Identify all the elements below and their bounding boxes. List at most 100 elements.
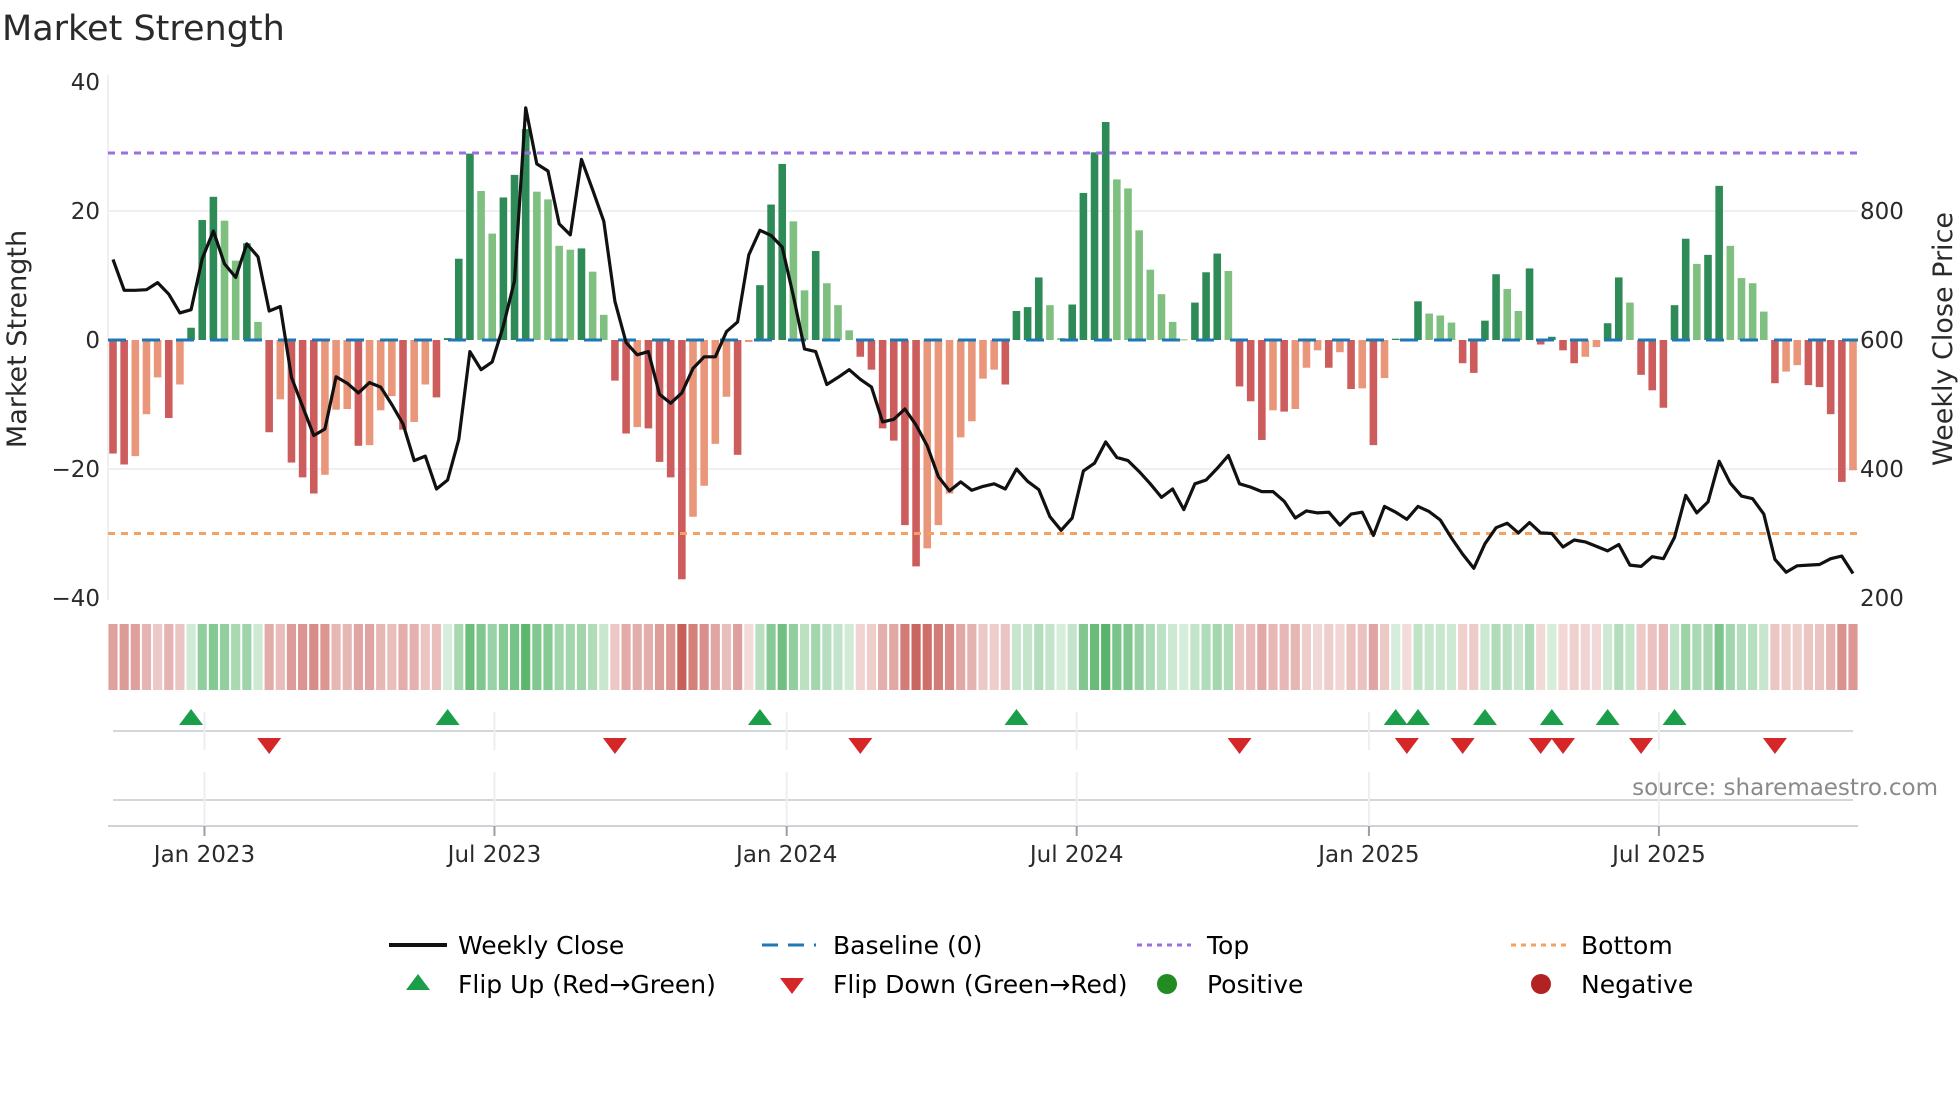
legend: Weekly Close Baseline (0) Top Bottom Fli…	[389, 931, 1693, 999]
heatmap-cell	[286, 624, 297, 690]
heatmap-cell	[1714, 624, 1724, 690]
strength-bar	[109, 340, 117, 454]
heatmap-cell	[186, 624, 196, 690]
strength-bar	[1068, 304, 1077, 340]
strength-bar	[599, 314, 608, 340]
strength-bar	[1481, 320, 1489, 340]
strength-bar	[1659, 340, 1668, 408]
heatmap-cell	[777, 624, 787, 690]
heatmap-cell	[1301, 624, 1312, 690]
flip-up-marker	[435, 709, 460, 725]
strength-bar	[1849, 340, 1857, 471]
heatmap-cell	[922, 624, 932, 690]
heatmap-cell	[889, 624, 899, 690]
legend-item-bottom[interactable]: Bottom	[1511, 931, 1673, 960]
flip-down-marker	[1394, 738, 1419, 754]
heatmap-cell	[844, 624, 854, 690]
legend-item-flip-down[interactable]: Flip Down (Green→Red)	[780, 970, 1128, 999]
heatmap-cell	[878, 624, 888, 690]
y2-tick-label: 200	[1860, 586, 1904, 612]
heatmap-cell	[621, 624, 631, 690]
heatmap-cell	[1658, 624, 1668, 690]
strength-bar	[309, 340, 318, 494]
strength-bar	[265, 340, 273, 433]
strength-bar	[845, 330, 853, 340]
x-tick-label: Jan 2024	[734, 842, 837, 868]
heatmap-cell	[1168, 624, 1178, 690]
heatmap-cell	[353, 624, 363, 690]
strength-bar	[867, 340, 876, 370]
strength-bar	[1258, 340, 1266, 440]
heatmap-cell	[141, 624, 152, 690]
heatmap-cell	[1045, 624, 1055, 690]
legend-label: Flip Up (Red→Green)	[458, 970, 716, 999]
flip-markers: Jan 2023 Jul 2023 Jan 2024 Jul 2024 Jan 2025…	[108, 709, 1858, 868]
strength-bar	[834, 305, 842, 340]
strength-bar	[209, 196, 218, 340]
strength-bar	[276, 340, 285, 400]
strength-bar	[1235, 340, 1244, 387]
heatmap-cell	[1234, 624, 1245, 690]
strength-bar	[1581, 340, 1590, 357]
legend-item-positive[interactable]: Positive	[1157, 970, 1303, 999]
flip-down-marker	[848, 738, 873, 754]
strength-bar	[1525, 268, 1534, 340]
strength-bar	[1492, 274, 1500, 340]
heatmap-cell	[677, 624, 687, 690]
heatmap-cell	[275, 624, 285, 690]
heatmap-cell	[309, 624, 319, 690]
strength-bar	[1503, 289, 1512, 340]
triangle-up-icon	[406, 974, 430, 990]
legend-item-flip-up[interactable]: Flip Up (Red→Green)	[406, 970, 716, 999]
heatmap-cell	[1335, 624, 1345, 690]
legend-item-baseline[interactable]: Baseline (0)	[762, 931, 982, 960]
strength-bar	[666, 340, 675, 478]
flip-down-marker	[1762, 738, 1787, 754]
strength-bar	[243, 243, 251, 340]
strength-bars	[109, 121, 1857, 580]
heatmap-cell	[1268, 624, 1278, 690]
strength-bar	[410, 340, 418, 422]
strength-heatmap	[108, 624, 1858, 690]
strength-bar	[1157, 294, 1166, 340]
strength-bar	[811, 250, 820, 340]
heatmap-cell	[108, 624, 118, 690]
strength-bar	[1670, 305, 1679, 340]
heatmap-cell	[197, 624, 207, 690]
flip-down-marker	[1528, 738, 1553, 754]
heatmap-cell	[175, 624, 185, 690]
legend-label: Flip Down (Green→Red)	[833, 970, 1128, 999]
strength-bar	[678, 340, 686, 580]
heatmap-cell	[1703, 624, 1713, 690]
heatmap-cell	[576, 624, 587, 690]
heatmap-cell	[1000, 624, 1010, 690]
heatmap-cell	[1357, 624, 1367, 690]
heatmap-cell	[1368, 624, 1378, 690]
strength-bar	[1771, 340, 1779, 384]
heatmap-cell	[1145, 624, 1155, 690]
strength-bar	[1648, 340, 1657, 391]
strength-bar	[187, 327, 195, 340]
heatmap-cell	[1078, 624, 1088, 690]
heatmap-cell	[1748, 624, 1758, 690]
flip-up-marker	[1539, 709, 1564, 725]
heatmap-cell	[509, 624, 520, 690]
heatmap-cell	[1647, 624, 1657, 690]
heatmap-cell	[1770, 624, 1780, 690]
strength-bar	[421, 340, 430, 385]
heatmap-cell	[599, 624, 609, 690]
strength-bar	[1336, 340, 1344, 353]
flip-down-marker	[257, 738, 282, 754]
heatmap-cell	[755, 624, 765, 690]
heatmap-cell	[1034, 624, 1044, 690]
strength-bar	[1737, 278, 1746, 340]
legend-item-top[interactable]: Top	[1137, 931, 1249, 960]
x-tick-label: Jan 2023	[152, 842, 255, 868]
strength-bar	[1202, 272, 1210, 340]
legend-item-negative[interactable]: Negative	[1531, 970, 1693, 999]
legend-item-weekly-close[interactable]: Weekly Close	[389, 931, 624, 960]
strength-bar	[321, 340, 329, 475]
strength-bar	[655, 340, 664, 462]
strength-bar	[1380, 340, 1389, 379]
heatmap-cell	[811, 624, 821, 690]
